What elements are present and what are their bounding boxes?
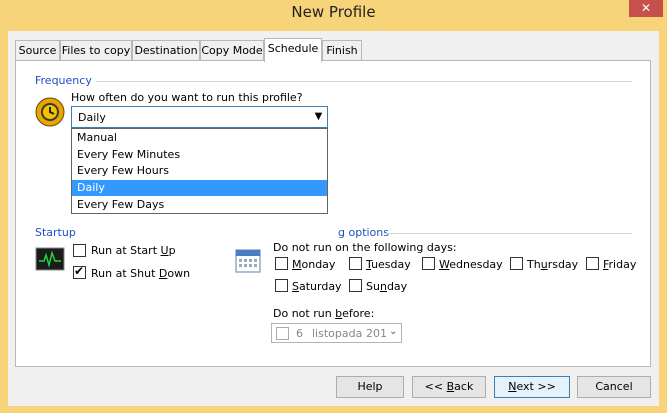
saturday-checkbox[interactable] [275, 279, 288, 292]
title-bar: New Profile ✕ [0, 0, 667, 26]
frequency-option-every-few-days[interactable]: Every Few Days [72, 197, 327, 213]
frequency-option-manual[interactable]: Manual [72, 130, 327, 146]
frequency-option-daily[interactable]: Daily [72, 180, 327, 196]
frequency-divider [96, 81, 632, 82]
next-button[interactable]: Next >> [494, 376, 570, 398]
dialog-body: Source Files to copy Destination Copy Mo… [8, 31, 659, 406]
tab-finish[interactable]: Finish [322, 40, 362, 61]
clock-icon [35, 97, 65, 127]
frequency-dropdown-list: Manual Every Few Minutes Every Few Hours… [71, 128, 328, 214]
not-before-date-picker[interactable]: 6 listopada 201 ⌄ [271, 323, 402, 343]
friday-checkbox[interactable] [586, 257, 599, 270]
startup-section-label: Startup [35, 226, 76, 239]
help-button[interactable]: Help [336, 376, 404, 398]
tab-destination[interactable]: Destination [132, 40, 200, 61]
not-before-checkbox[interactable] [276, 327, 289, 340]
date-year[interactable]: 201 [366, 327, 387, 340]
monday-checkbox[interactable] [275, 257, 288, 270]
monitor-icon [35, 247, 65, 271]
exclusion-divider [386, 233, 632, 234]
tab-source[interactable]: Source [15, 40, 60, 61]
run-at-startup-checkbox[interactable] [73, 244, 86, 257]
frequency-option-every-few-minutes[interactable]: Every Few Minutes [72, 147, 327, 163]
tab-files-to-copy[interactable]: Files to copy [60, 40, 132, 61]
not-before-label: Do not run before: [273, 307, 375, 320]
thursday-checkbox[interactable] [510, 257, 523, 270]
date-day[interactable]: 6 [296, 327, 303, 340]
tab-schedule[interactable]: Schedule [264, 38, 322, 62]
sunday-label: Sunday [366, 280, 408, 293]
wednesday-label: Wednesday [439, 258, 503, 271]
close-button[interactable]: ✕ [629, 0, 663, 17]
monday-label: Monday [292, 258, 336, 271]
cancel-button[interactable]: Cancel [577, 376, 651, 398]
exclusion-section-label: g options [338, 226, 389, 239]
exclusion-days-label: Do not run on the following days: [273, 241, 459, 254]
window-title: New Profile [291, 3, 376, 21]
friday-label: Friday [603, 258, 637, 271]
wednesday-checkbox[interactable] [422, 257, 435, 270]
frequency-select[interactable]: Daily ▼ [71, 106, 328, 128]
date-month[interactable]: listopada [312, 327, 362, 340]
frequency-option-every-few-hours[interactable]: Every Few Hours [72, 163, 327, 179]
run-at-shutdown-label: Run at Shut Down [91, 267, 191, 280]
tab-copy-mode[interactable]: Copy Mode [200, 40, 264, 61]
tuesday-label: Tuesday [366, 258, 411, 271]
sunday-checkbox[interactable] [349, 279, 362, 292]
saturday-label: Saturday [292, 280, 342, 293]
frequency-section-label: Frequency [35, 74, 92, 87]
thursday-label: Thursday [527, 258, 579, 271]
run-at-startup-label: Run at Start Up [91, 244, 176, 257]
calendar-icon [235, 249, 261, 273]
chevron-down-icon[interactable]: ▼ [310, 107, 327, 127]
run-at-shutdown-checkbox[interactable] [73, 264, 86, 279]
frequency-selected-value: Daily [78, 111, 106, 124]
app-window: New Profile ✕ Source Files to copy Desti… [0, 0, 667, 413]
tuesday-checkbox[interactable] [349, 257, 362, 270]
back-button[interactable]: << Back [412, 376, 486, 398]
chevron-down-icon[interactable]: ⌄ [389, 326, 397, 337]
schedule-panel: Frequency How often do you want to run t… [15, 60, 651, 367]
frequency-question: How often do you want to run this profil… [71, 91, 303, 104]
